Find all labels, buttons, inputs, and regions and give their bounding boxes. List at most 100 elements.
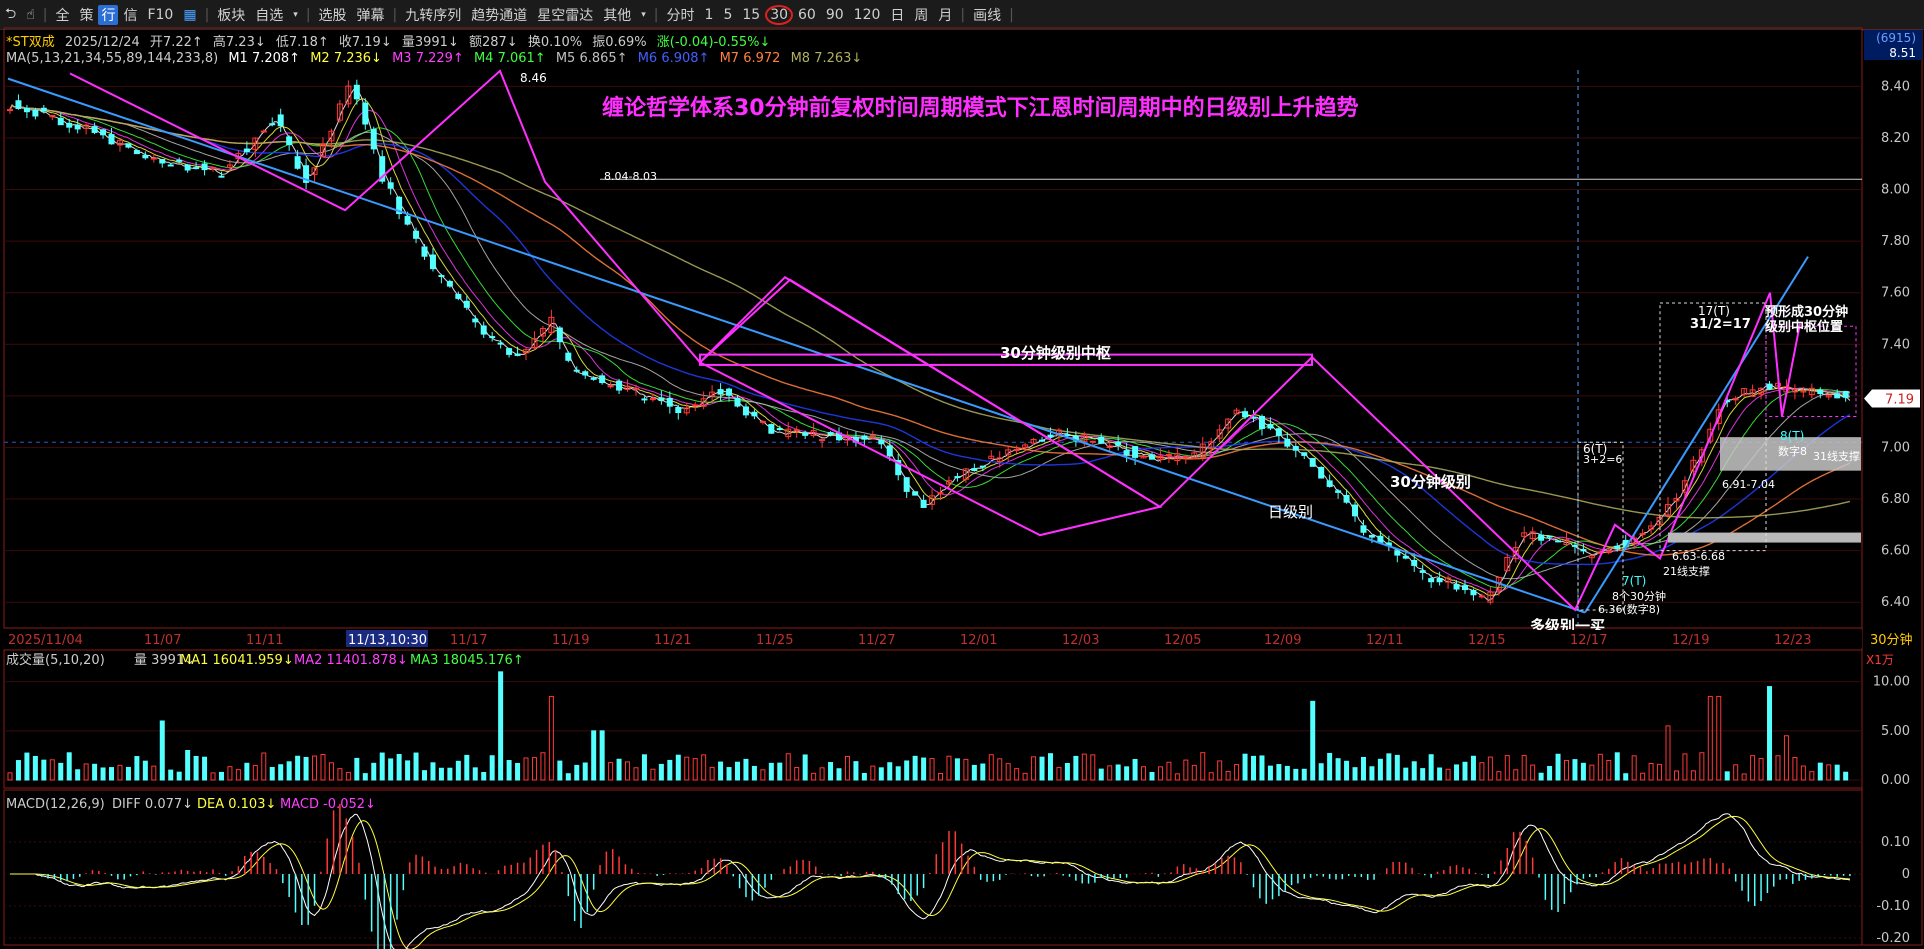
volume-bar <box>1098 768 1104 781</box>
volume-bar <box>117 764 123 781</box>
forming-label-2: 级别中枢位置 <box>1765 319 1843 335</box>
date-tick: 12/03 <box>1062 633 1099 648</box>
volume-bar <box>565 773 571 781</box>
volume-bar <box>1665 725 1671 781</box>
volume-bar <box>1657 763 1663 781</box>
macd-header: MACD(12,26,9) <box>6 797 105 812</box>
volume-bar <box>734 761 740 781</box>
volume-header: MA3 18045.176↑ <box>410 653 524 668</box>
volume-bar <box>202 756 208 781</box>
candle-body <box>641 398 648 401</box>
volume-bar <box>1276 764 1282 781</box>
volume-bar <box>963 758 969 781</box>
chart-title: 缠论哲学体系30分钟前复权时间周期模式下江恩时间周期中的日级别上升趋势 <box>602 95 1359 121</box>
t17b-label: 31/2=17 <box>1690 317 1751 332</box>
t8-label: 8(T) <box>1780 429 1804 443</box>
volume-bar <box>1132 758 1138 781</box>
volume-bar <box>438 767 444 781</box>
candle-body <box>1165 454 1172 457</box>
volume-bar <box>32 755 38 781</box>
volume-bar <box>413 752 419 781</box>
candle-body <box>1064 434 1071 437</box>
volume-bar <box>743 758 749 781</box>
volume-bar <box>1750 755 1756 781</box>
candle-body <box>1461 585 1468 591</box>
macd-tick: 0 <box>1902 867 1910 882</box>
candle-body <box>167 164 174 167</box>
volume-bar <box>498 671 504 781</box>
volume-bar <box>1225 770 1231 781</box>
volume-bar <box>641 754 647 781</box>
macd-header: DEA 0.103↓ <box>197 797 276 812</box>
volume-bar <box>650 768 656 781</box>
candle-body <box>751 411 758 417</box>
volume-bar <box>1090 754 1096 781</box>
macd-tick: 0.10 <box>1881 835 1910 850</box>
volume-bar <box>405 760 411 781</box>
volume-bar <box>1614 752 1620 781</box>
date-tick: 11/13,10:30 <box>348 633 427 648</box>
volume-bar <box>1707 695 1713 781</box>
candle-body <box>573 369 580 372</box>
candle-body <box>455 293 462 299</box>
volume-bar <box>751 765 757 781</box>
pane-border <box>3 789 1863 946</box>
volume-bar <box>1064 763 1070 781</box>
forming-label-1: 预形成30分钟 <box>1765 304 1848 320</box>
volume-bar <box>1394 754 1400 781</box>
candle-body <box>1639 533 1646 536</box>
candle-body <box>726 388 733 396</box>
volume-bar <box>997 758 1003 781</box>
volume-bar <box>354 757 360 781</box>
top-code: (6915) <box>1876 31 1916 45</box>
candle-body <box>1817 389 1824 395</box>
candle-body <box>1428 578 1435 583</box>
volume-bar <box>472 767 478 781</box>
candle-body <box>1089 440 1096 443</box>
volume-bar <box>912 755 918 781</box>
date-tick: 12/01 <box>960 633 997 648</box>
t7-label: 7(T) <box>1622 574 1646 588</box>
candle-body <box>497 342 504 345</box>
candle-body <box>632 387 639 390</box>
volume-bar <box>1386 753 1392 781</box>
candle-body <box>1242 411 1249 418</box>
price-tick: 7.00 <box>1881 440 1910 455</box>
volume-bar <box>1623 773 1629 781</box>
volume-bar <box>1352 767 1358 781</box>
volume-bar <box>396 754 402 781</box>
volume-bar <box>1589 764 1595 781</box>
volume-bar <box>1234 764 1240 781</box>
volume-bar <box>176 771 182 781</box>
volume-header: MA2 11401.878↓ <box>294 653 408 668</box>
volume-bar <box>895 766 901 781</box>
volume-bar <box>582 762 588 781</box>
date-tick: 11/21 <box>654 633 691 648</box>
volume-bar <box>430 762 436 781</box>
candle-body <box>1182 455 1189 458</box>
volume-bar <box>946 755 952 781</box>
volume-bar <box>1454 764 1460 781</box>
volume-bar <box>802 754 808 781</box>
candle-body <box>1039 439 1046 442</box>
volume-bar <box>1411 761 1417 781</box>
volume-bar <box>151 765 157 781</box>
candle-body <box>1555 540 1562 543</box>
candle-body <box>954 476 961 479</box>
candle-body <box>1301 452 1308 456</box>
volume-bar <box>1183 759 1189 781</box>
volume-unit: X1万 <box>1866 653 1894 667</box>
volume-bar <box>1530 764 1536 781</box>
candle-body <box>108 134 115 145</box>
volume-bar <box>66 752 72 781</box>
price-chart[interactable]: 8.408.208.007.807.607.407.207.006.806.60… <box>0 0 1924 949</box>
candle-body <box>176 159 183 162</box>
candle-body <box>201 163 208 171</box>
candle-body <box>1394 550 1401 556</box>
volume-bar <box>1640 772 1646 781</box>
volume-bar <box>1690 770 1696 781</box>
volume-bar <box>295 755 301 781</box>
date-tick: 12/05 <box>1164 633 1201 648</box>
candle-body <box>514 353 521 356</box>
volume-bar <box>1470 755 1476 781</box>
